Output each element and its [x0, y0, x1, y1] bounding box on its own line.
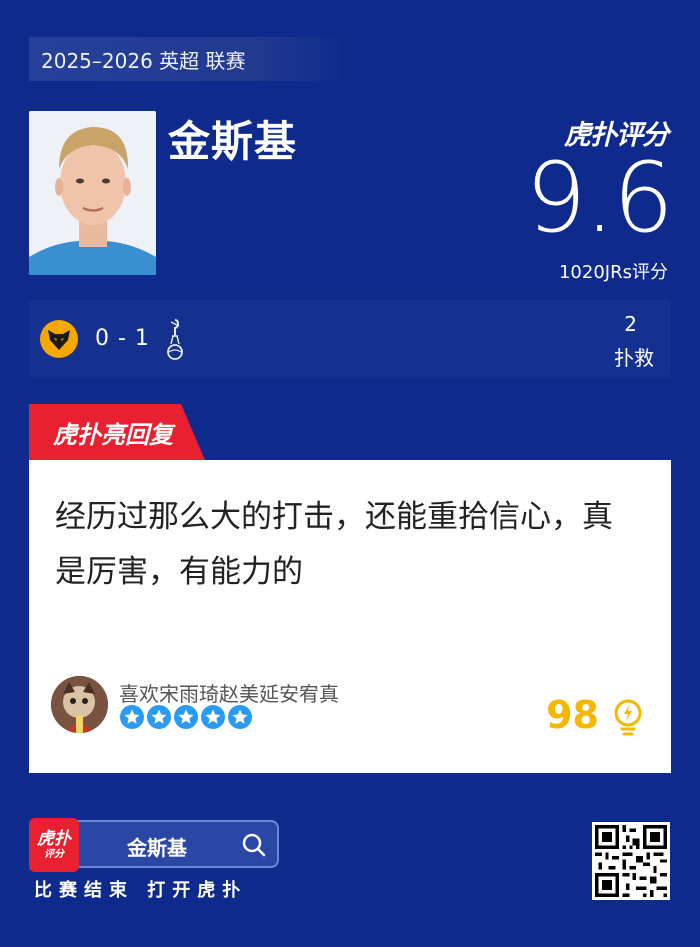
comment-text: 经历过那么大的打击，还能重拾信心，真是厉害，有能力的: [55, 499, 613, 590]
player-photo: [29, 111, 156, 275]
hupu-highlight-reply-tag: 虎扑亮回复: [29, 404, 205, 460]
season-label: 2025–2026 英超 联赛: [29, 37, 350, 81]
comment-username[interactable]: 喜欢宋雨琦赵美延安宥真: [119, 678, 339, 707]
rating-votes: 1020JRs评分: [558, 262, 668, 283]
search-query: 金斯基: [127, 836, 187, 860]
hupu-app-logo: 虎扑 评分: [29, 818, 79, 872]
wolves-crest-icon: [40, 320, 78, 358]
comment-card[interactable]: 经历过那么大的打击，还能重拾信心，真是厉害，有能力的 喜欢宋雨琦赵美延安宥真 9…: [29, 460, 671, 773]
rating-stars: [120, 705, 252, 729]
footer-caption: 比赛结束 打开虎扑: [34, 880, 248, 901]
star-icon: [201, 705, 225, 729]
season-text: 2025–2026 英超 联赛: [41, 48, 246, 73]
app-logo-line1: 虎扑: [37, 829, 71, 850]
player-name: 金斯基: [168, 117, 298, 166]
star-icon: [228, 705, 252, 729]
search-icon[interactable]: [241, 832, 267, 858]
qr-code-image[interactable]: [592, 822, 670, 900]
match-summary[interactable]: 0 - 1 2 扑救: [29, 300, 671, 378]
spurs-crest-icon: [163, 316, 187, 362]
match-score: 0 - 1: [95, 326, 150, 351]
app-logo-line2: 评分: [44, 848, 64, 860]
rating-score: 9.6: [525, 142, 674, 254]
saves-count: 2: [624, 312, 637, 336]
star-icon: [174, 705, 198, 729]
star-icon: [147, 705, 171, 729]
hupu-search-box[interactable]: 虎扑 评分 金斯基: [29, 818, 279, 872]
star-icon: [120, 705, 144, 729]
lightbulb-icon[interactable]: [613, 698, 643, 738]
highlight-reply-label: 虎扑亮回复: [53, 419, 173, 449]
user-avatar[interactable]: [51, 676, 108, 733]
saves-label: 扑救: [614, 346, 654, 370]
likes-count: 98: [546, 693, 599, 737]
